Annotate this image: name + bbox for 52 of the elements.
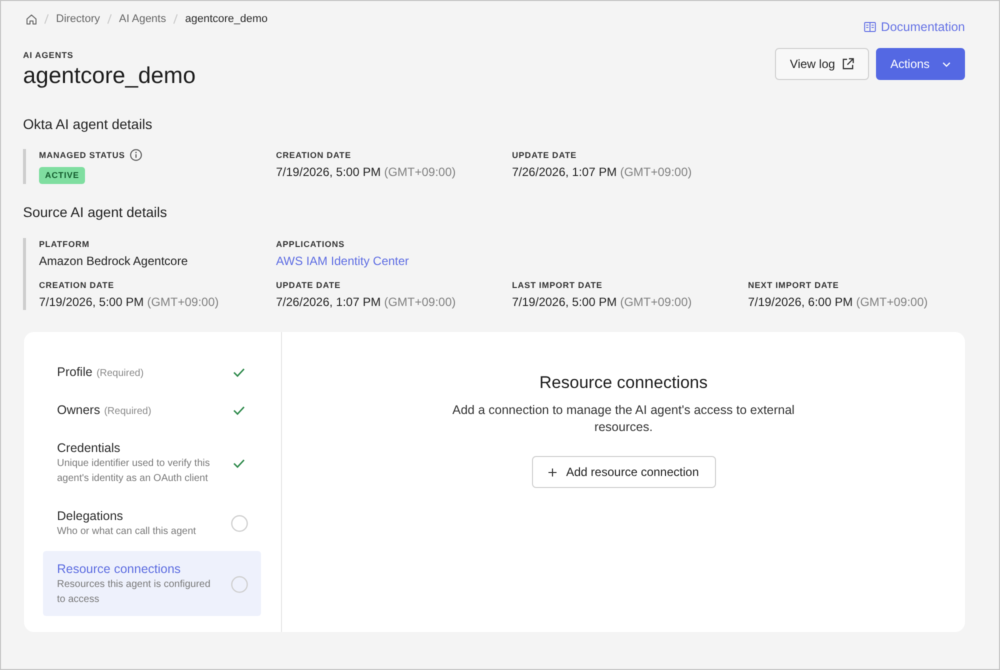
date-value: 7/26/2026, 1:07 PM (GMT+09:00) xyxy=(512,164,692,180)
field-label: PLATFORM xyxy=(39,238,90,250)
step-description: Unique identifier used to verify this agent's identity as an OAuth client xyxy=(57,457,211,486)
date-value: 7/26/2026, 1:07 PM (GMT+09:00) xyxy=(276,294,456,310)
date-value: 7/19/2026, 5:00 PM (GMT+09:00) xyxy=(512,294,692,310)
field-label: APPLICATIONS xyxy=(276,238,345,250)
field-label: CREATION DATE xyxy=(276,149,352,161)
step-title: Delegations xyxy=(57,508,124,524)
step-item[interactable]: Delegations Who or what can call this agent xyxy=(43,498,261,548)
step-title: Owners xyxy=(57,402,100,418)
field-label: NEXT IMPORT DATE xyxy=(748,279,839,291)
external-link-icon xyxy=(842,58,854,70)
date-value: 7/19/2026, 6:00 PM (GMT+09:00) xyxy=(748,294,928,310)
status-badge: ACTIVE xyxy=(39,167,86,184)
panel-title: Resource connections xyxy=(539,372,708,394)
application-link[interactable]: AWS IAM Identity Center xyxy=(276,253,409,269)
field-label: MANAGED STATUS xyxy=(39,149,126,161)
info-icon[interactable] xyxy=(130,149,142,161)
step-title: Credentials xyxy=(57,440,120,456)
chevron-down-icon xyxy=(942,62,951,66)
required-note: (Required) xyxy=(104,406,152,417)
step-title: Resource connections xyxy=(57,561,181,577)
page-eyebrow: AI AGENTS xyxy=(23,49,74,61)
field-label: UPDATE DATE xyxy=(512,149,577,161)
breadcrumb-item: agentcore_demo xyxy=(185,12,268,26)
documentation-link[interactable]: Documentation xyxy=(864,20,965,34)
add-resource-connection-button[interactable]: Add resource connection xyxy=(532,456,716,488)
date-value: 7/19/2026, 5:00 PM (GMT+09:00) xyxy=(276,164,456,180)
breadcrumb-item[interactable]: Directory xyxy=(56,12,100,26)
step-item[interactable]: Resource connections Resources this agent is configured to access xyxy=(43,551,261,616)
home-icon[interactable] xyxy=(26,14,37,24)
step-title: Profile xyxy=(57,364,92,380)
step-description: Who or what can call this agent xyxy=(57,525,196,539)
actions-button[interactable]: Actions xyxy=(876,48,965,80)
step-description: Resources this agent is configured to access xyxy=(57,578,212,607)
plus-icon xyxy=(548,468,558,476)
field-label: CREATION DATE xyxy=(39,279,114,291)
view-log-button[interactable]: View log xyxy=(775,48,869,80)
breadcrumb-item[interactable]: AI Agents xyxy=(119,12,166,26)
field-label: UPDATE DATE xyxy=(276,279,341,291)
step-item[interactable]: Profile (Required) xyxy=(43,354,261,389)
required-note: (Required) xyxy=(96,368,144,379)
date-value: 7/19/2026, 5:00 PM (GMT+09:00) xyxy=(39,294,219,310)
panel-description: Add a connection to manage the AI agent's access to external resources. xyxy=(451,402,796,436)
field-label: LAST IMPORT DATE xyxy=(512,279,602,291)
section-title: Source AI agent details xyxy=(23,204,168,220)
step-item[interactable]: Credentials Unique identifier used to verify this agent's identity as an OAuth client xyxy=(43,430,261,495)
section-title: Okta AI agent details xyxy=(23,116,154,132)
page-title: agentcore_demo xyxy=(23,61,196,89)
book-icon xyxy=(864,22,876,32)
step-item[interactable]: Owners (Required) xyxy=(43,392,261,427)
field-value: Amazon Bedrock Agentcore xyxy=(39,253,188,269)
